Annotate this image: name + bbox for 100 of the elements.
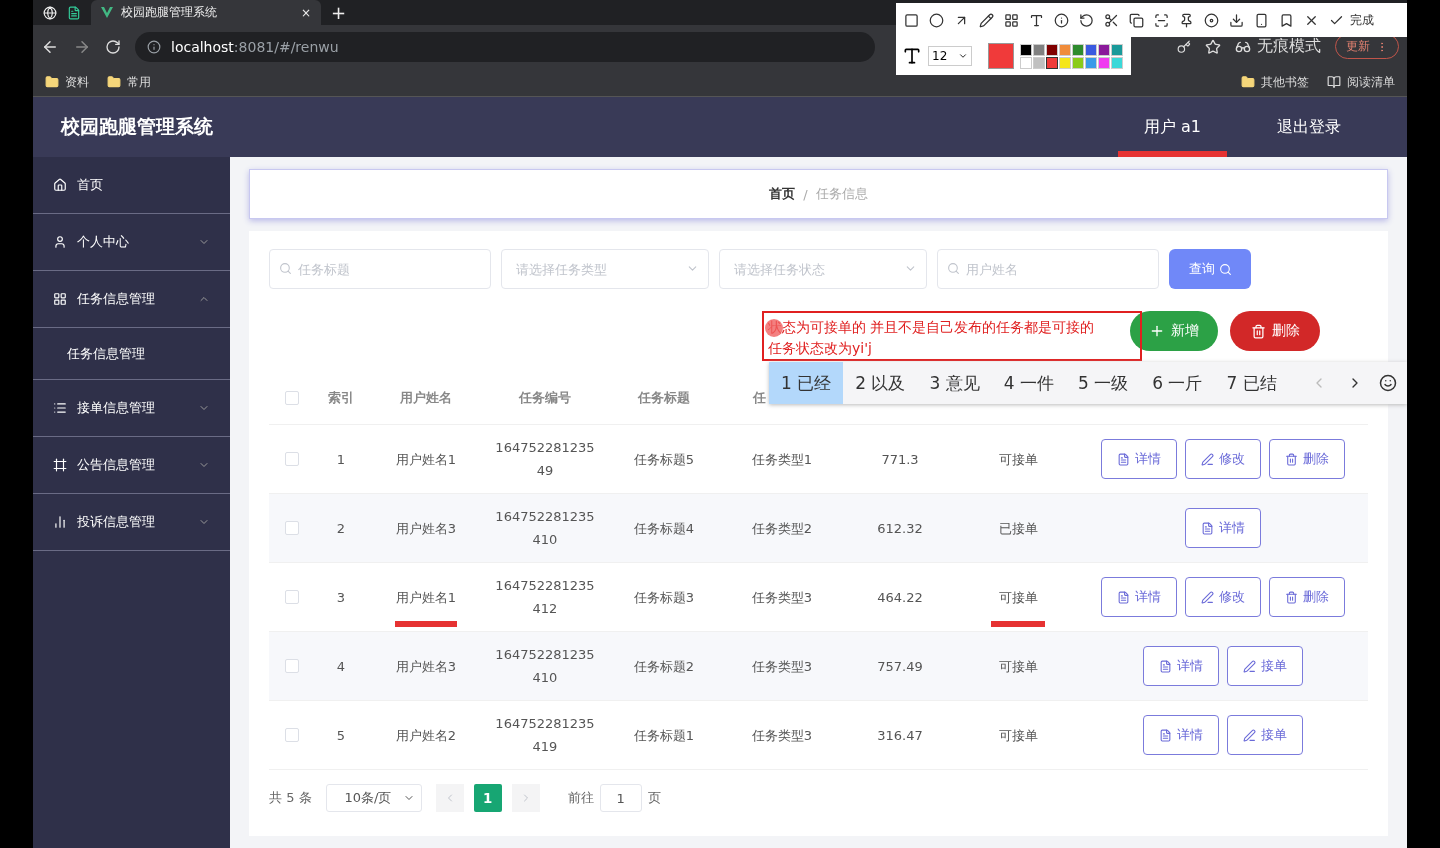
pin-icon[interactable] xyxy=(1179,12,1194,28)
table-cell-text: 3 xyxy=(335,588,347,607)
ime-candidate[interactable]: 5 一级 xyxy=(1065,362,1141,404)
table-cell-text: 任务类型3 xyxy=(750,588,814,607)
sidebar-item[interactable]: 任务信息管理 xyxy=(33,271,230,328)
scan-icon[interactable] xyxy=(1154,12,1169,28)
detail-button[interactable]: 详情 xyxy=(1100,577,1177,617)
column-header: 任务标题 xyxy=(636,389,691,407)
delete-button[interactable]: 删除 xyxy=(1268,577,1345,617)
column-header: 任 xyxy=(751,389,767,407)
search-icon xyxy=(279,262,292,275)
browser-tab[interactable]: 校园跑腿管理系统 × xyxy=(91,0,321,25)
table-cell-text: 5 xyxy=(335,726,347,745)
scissors-icon[interactable] xyxy=(1104,12,1119,28)
table-cell-text: 任务类型2 xyxy=(750,519,814,538)
checkbox[interactable] xyxy=(285,521,299,535)
breadcrumb-separator: / xyxy=(803,186,808,202)
circle-icon[interactable] xyxy=(929,12,944,28)
checkbox[interactable] xyxy=(285,728,299,742)
page-size-select[interactable]: 10条/页 xyxy=(325,784,422,812)
record-icon[interactable] xyxy=(1204,12,1219,28)
color-swatch[interactable] xyxy=(1046,56,1058,69)
pencil-icon[interactable] xyxy=(979,12,994,28)
undo-icon[interactable] xyxy=(1079,12,1094,28)
edit-button[interactable]: 接单 xyxy=(1226,715,1303,755)
total-count: 共 5 条 xyxy=(269,789,312,807)
v-logo-icon xyxy=(101,7,113,18)
document-icon xyxy=(1158,659,1172,673)
table-cell: 可接单 xyxy=(998,451,1038,467)
table-cell: 可接单 xyxy=(998,658,1038,674)
checkbox[interactable] xyxy=(285,390,299,405)
edit-button[interactable]: 修改 xyxy=(1184,439,1261,479)
table-cell-text: 任务类型3 xyxy=(750,726,814,745)
download-icon[interactable] xyxy=(1229,12,1244,28)
search-field[interactable]: 任务标题 xyxy=(269,249,491,289)
address-bar[interactable]: localhost:8081/#/renwu xyxy=(135,31,875,62)
checkbox[interactable] xyxy=(285,452,299,466)
bookmark-link[interactable]: 其他书签 xyxy=(1261,73,1309,91)
detail-button[interactable]: 详情 xyxy=(1184,508,1261,548)
sidebar-item[interactable]: 公告信息管理 xyxy=(33,437,230,494)
text-icon xyxy=(902,46,922,66)
sidebar-item[interactable]: 接单信息管理 xyxy=(33,380,230,437)
url-text: localhost:8081/#/renwu xyxy=(171,38,339,55)
table-cell-text: 316.47 xyxy=(876,726,924,745)
ime-candidate[interactable]: 1 已经 xyxy=(769,362,844,404)
table-cell-text: 164752281235 410 xyxy=(494,646,596,687)
bookmark-link[interactable]: 阅读清单 xyxy=(1347,73,1395,91)
checkbox[interactable] xyxy=(285,659,299,673)
checkbox[interactable] xyxy=(285,590,299,604)
bookmark-link[interactable]: 常用 xyxy=(127,73,151,91)
phone-icon[interactable] xyxy=(1254,12,1269,28)
search-field[interactable]: 用户姓名 xyxy=(937,249,1159,289)
annotation-textbox[interactable]: 状态为可接单的 并且不是自己发布的任务都是可接的 任务状态改为yi'j xyxy=(762,311,1142,361)
detail-button[interactable]: 详情 xyxy=(1142,715,1219,755)
delete-button[interactable]: 删除 xyxy=(1230,311,1320,351)
goto-label: 前往 xyxy=(567,789,594,807)
table-cell: 用户姓名1 xyxy=(395,589,457,605)
document-icon xyxy=(1158,728,1172,742)
highlight-stroke xyxy=(991,620,1045,627)
tab-close-button[interactable]: × xyxy=(300,5,311,20)
number-icon[interactable] xyxy=(1054,12,1069,28)
sidebar-item[interactable]: 个人中心 xyxy=(33,214,230,271)
square-icon[interactable] xyxy=(904,12,919,28)
ime-candidate[interactable]: 3 意见 xyxy=(917,362,992,404)
font-size-select[interactable]: 12 xyxy=(928,46,972,66)
list-icon xyxy=(53,401,67,415)
current-color-swatch[interactable] xyxy=(988,43,1014,69)
select-field[interactable]: 请选择任务类型 xyxy=(501,249,709,289)
sidebar-subitem[interactable]: 任务信息管理 xyxy=(33,328,230,380)
header-link[interactable]: 用户 a1 xyxy=(1117,97,1227,157)
document-icon xyxy=(1200,521,1214,535)
bookmark-link[interactable]: 资料 xyxy=(65,73,89,91)
folder-icon xyxy=(1241,75,1255,89)
edit-button[interactable]: 接单 xyxy=(1226,646,1303,686)
key-icon xyxy=(1177,39,1191,54)
mosaic-icon[interactable] xyxy=(1004,12,1019,28)
edit-button[interactable]: 修改 xyxy=(1184,577,1261,617)
delete-button[interactable]: 删除 xyxy=(1268,439,1345,479)
detail-button[interactable]: 详情 xyxy=(1100,439,1177,479)
ime-candidate[interactable]: 2 以及 xyxy=(843,362,918,404)
ime-candidate[interactable]: 4 一件 xyxy=(991,362,1066,404)
ime-candidate[interactable]: 7 已结 xyxy=(1214,362,1289,404)
sidebar-item[interactable]: 首页 xyxy=(33,157,230,214)
new-tab-button[interactable]: + xyxy=(331,2,347,23)
select-field[interactable]: 请选择任务状态 xyxy=(719,249,927,289)
reading-list-icon xyxy=(1327,75,1341,89)
ime-candidate[interactable]: 6 一斤 xyxy=(1140,362,1215,404)
table-cell-text: 任务标题2 xyxy=(632,657,696,676)
breadcrumb-link[interactable]: 首页 xyxy=(769,185,796,203)
text-icon[interactable] xyxy=(1029,12,1044,28)
detail-button[interactable]: 详情 xyxy=(1142,646,1219,686)
header-link[interactable]: 退出登录 xyxy=(1251,97,1367,157)
bookmark-icon[interactable] xyxy=(1279,12,1294,28)
table-cell-text: 164752281235 412 xyxy=(494,577,596,618)
table-cell: 用户姓名2 xyxy=(395,727,457,743)
copy-icon[interactable] xyxy=(1129,12,1144,28)
sidebar-item[interactable]: 投诉信息管理 xyxy=(33,494,230,551)
done-button[interactable]: 完成 xyxy=(1350,11,1374,29)
table-cell: 用户姓名1 xyxy=(395,451,457,467)
page-input[interactable]: 1 xyxy=(599,784,642,812)
